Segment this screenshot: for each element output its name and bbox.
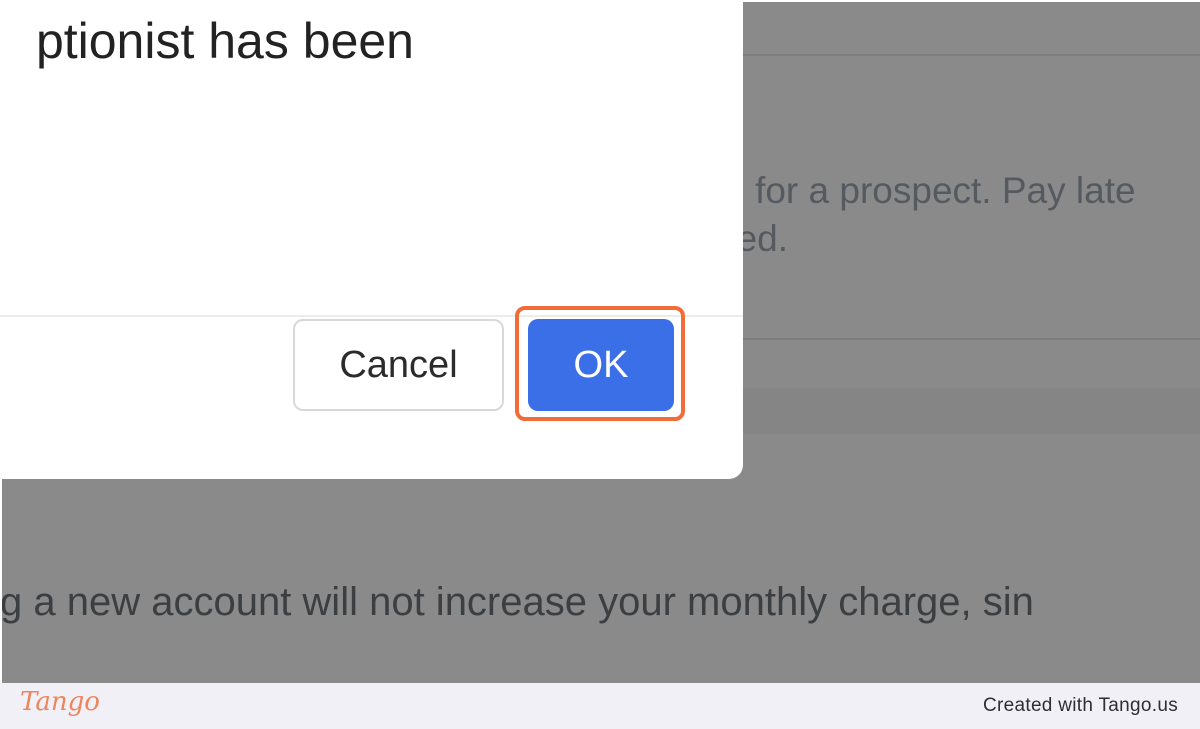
background-band (742, 388, 1200, 434)
cancel-button[interactable]: Cancel (293, 319, 504, 411)
background-divider (742, 338, 1200, 340)
background-divider (742, 54, 1200, 56)
dialog-title: ptionist has been (35, 13, 414, 69)
footer-bar: Tango Created with Tango.us (0, 683, 1200, 729)
footer-credit: Created with Tango.us (982, 695, 1178, 716)
background-text-line: g a new account will not increase your m… (2, 580, 1034, 624)
confirm-dialog: ptionist has been Cancel OK (0, 0, 743, 479)
tango-logo: Tango (20, 687, 100, 717)
ok-button[interactable]: OK (528, 319, 674, 411)
dialog-divider (0, 315, 743, 317)
screenshot-stage: al for a prospect. Pay late ned. g a new… (0, 0, 1200, 729)
background-text-line: al for a prospect. Pay late (716, 170, 1136, 211)
